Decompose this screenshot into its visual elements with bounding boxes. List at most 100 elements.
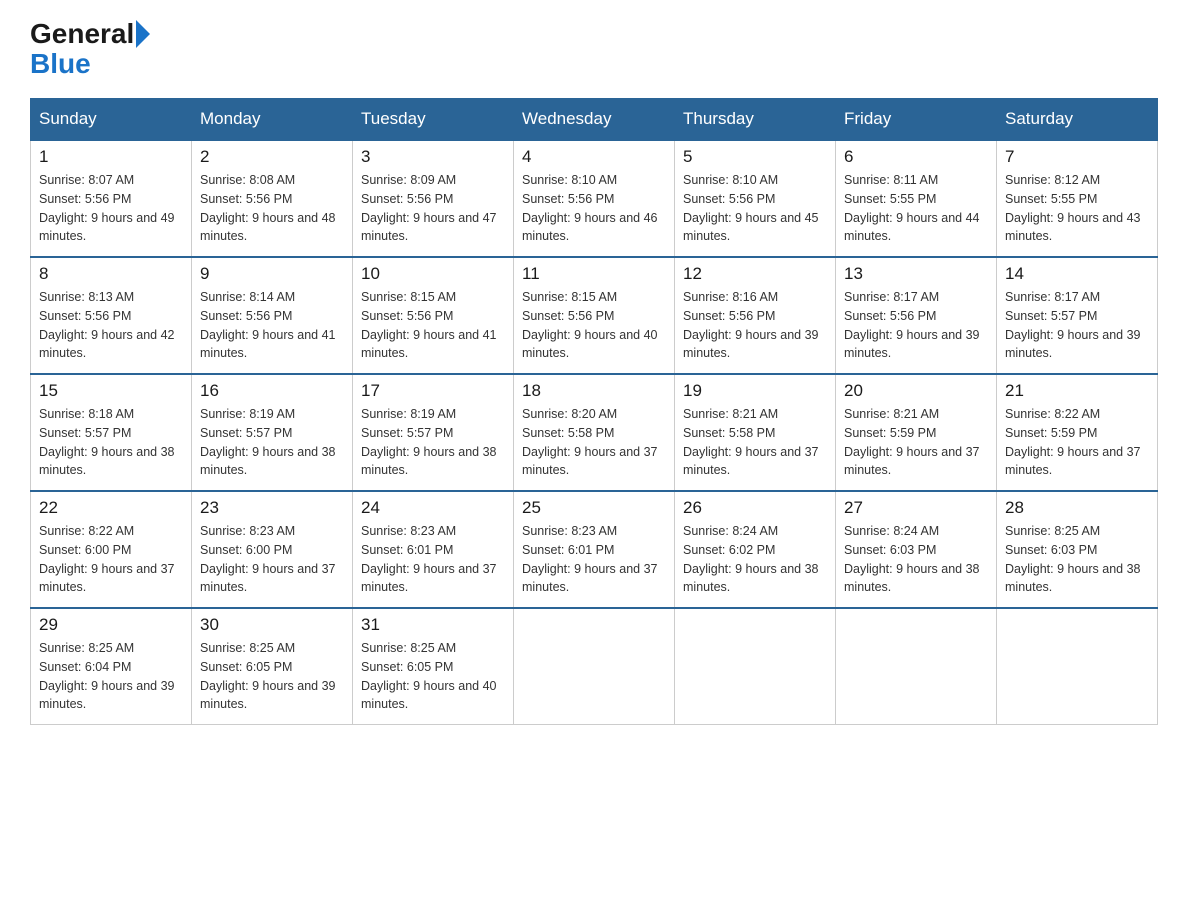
calendar-cell <box>675 608 836 725</box>
day-info: Sunrise: 8:14 AMSunset: 5:56 PMDaylight:… <box>200 288 344 363</box>
day-info: Sunrise: 8:10 AMSunset: 5:56 PMDaylight:… <box>522 171 666 246</box>
calendar-cell: 9 Sunrise: 8:14 AMSunset: 5:56 PMDaylight… <box>192 257 353 374</box>
day-number: 19 <box>683 381 827 401</box>
calendar-cell: 17 Sunrise: 8:19 AMSunset: 5:57 PMDayligh… <box>353 374 514 491</box>
logo-blue-text: Blue <box>30 48 91 79</box>
day-number: 21 <box>1005 381 1149 401</box>
day-number: 4 <box>522 147 666 167</box>
calendar-cell <box>997 608 1158 725</box>
day-info: Sunrise: 8:23 AMSunset: 6:01 PMDaylight:… <box>522 522 666 597</box>
calendar-cell: 3Sunrise: 8:09 AMSunset: 5:56 PMDaylight… <box>353 140 514 257</box>
day-info: Sunrise: 8:21 AMSunset: 5:59 PMDaylight:… <box>844 405 988 480</box>
day-number: 18 <box>522 381 666 401</box>
day-number: 15 <box>39 381 183 401</box>
day-number: 1 <box>39 147 183 167</box>
day-info: Sunrise: 8:25 AMSunset: 6:03 PMDaylight:… <box>1005 522 1149 597</box>
day-number: 12 <box>683 264 827 284</box>
calendar-cell: 25 Sunrise: 8:23 AMSunset: 6:01 PMDayligh… <box>514 491 675 608</box>
day-number: 16 <box>200 381 344 401</box>
day-info: Sunrise: 8:11 AMSunset: 5:55 PMDaylight:… <box>844 171 988 246</box>
weekday-header-saturday: Saturday <box>997 99 1158 141</box>
day-number: 6 <box>844 147 988 167</box>
day-info: Sunrise: 8:16 AMSunset: 5:56 PMDaylight:… <box>683 288 827 363</box>
day-number: 7 <box>1005 147 1149 167</box>
weekday-header-wednesday: Wednesday <box>514 99 675 141</box>
calendar-week-row: 29 Sunrise: 8:25 AMSunset: 6:04 PMDayligh… <box>31 608 1158 725</box>
day-info: Sunrise: 8:15 AMSunset: 5:56 PMDaylight:… <box>361 288 505 363</box>
day-info: Sunrise: 8:10 AMSunset: 5:56 PMDaylight:… <box>683 171 827 246</box>
calendar-week-row: 1 Sunrise: 8:07 AMSunset: 5:56 PMDaylight… <box>31 140 1158 257</box>
day-info: Sunrise: 8:12 AMSunset: 5:55 PMDaylight:… <box>1005 171 1149 246</box>
calendar-cell: 16 Sunrise: 8:19 AMSunset: 5:57 PMDayligh… <box>192 374 353 491</box>
weekday-header-row: SundayMondayTuesdayWednesdayThursdayFrid… <box>31 99 1158 141</box>
day-number: 30 <box>200 615 344 635</box>
weekday-header-monday: Monday <box>192 99 353 141</box>
day-info: Sunrise: 8:25 AMSunset: 6:05 PMDaylight:… <box>200 639 344 714</box>
day-number: 28 <box>1005 498 1149 518</box>
day-number: 17 <box>361 381 505 401</box>
calendar-week-row: 8 Sunrise: 8:13 AMSunset: 5:56 PMDaylight… <box>31 257 1158 374</box>
day-info: Sunrise: 8:15 AMSunset: 5:56 PMDaylight:… <box>522 288 666 363</box>
day-number: 13 <box>844 264 988 284</box>
day-number: 27 <box>844 498 988 518</box>
calendar-cell: 11 Sunrise: 8:15 AMSunset: 5:56 PMDayligh… <box>514 257 675 374</box>
day-number: 29 <box>39 615 183 635</box>
day-number: 9 <box>200 264 344 284</box>
calendar-cell: 22 Sunrise: 8:22 AMSunset: 6:00 PMDayligh… <box>31 491 192 608</box>
calendar-week-row: 15 Sunrise: 8:18 AMSunset: 5:57 PMDayligh… <box>31 374 1158 491</box>
calendar-cell: 2Sunrise: 8:08 AMSunset: 5:56 PMDaylight… <box>192 140 353 257</box>
weekday-header-friday: Friday <box>836 99 997 141</box>
calendar-cell <box>514 608 675 725</box>
calendar-cell: 27Sunrise: 8:24 AMSunset: 6:03 PMDayligh… <box>836 491 997 608</box>
calendar-cell: 31 Sunrise: 8:25 AMSunset: 6:05 PMDayligh… <box>353 608 514 725</box>
day-number: 11 <box>522 264 666 284</box>
day-info: Sunrise: 8:25 AMSunset: 6:05 PMDaylight:… <box>361 639 505 714</box>
calendar-cell: 18Sunrise: 8:20 AMSunset: 5:58 PMDayligh… <box>514 374 675 491</box>
day-number: 22 <box>39 498 183 518</box>
calendar-week-row: 22 Sunrise: 8:22 AMSunset: 6:00 PMDayligh… <box>31 491 1158 608</box>
calendar-cell: 15 Sunrise: 8:18 AMSunset: 5:57 PMDayligh… <box>31 374 192 491</box>
day-number: 25 <box>522 498 666 518</box>
day-info: Sunrise: 8:25 AMSunset: 6:04 PMDaylight:… <box>39 639 183 714</box>
logo: General Blue <box>30 20 152 80</box>
calendar-cell: 5 Sunrise: 8:10 AMSunset: 5:56 PMDaylight… <box>675 140 836 257</box>
day-info: Sunrise: 8:09 AMSunset: 5:56 PMDaylight:… <box>361 171 505 246</box>
day-info: Sunrise: 8:18 AMSunset: 5:57 PMDaylight:… <box>39 405 183 480</box>
day-info: Sunrise: 8:23 AMSunset: 6:01 PMDaylight:… <box>361 522 505 597</box>
day-info: Sunrise: 8:22 AMSunset: 5:59 PMDaylight:… <box>1005 405 1149 480</box>
calendar-cell: 24 Sunrise: 8:23 AMSunset: 6:01 PMDayligh… <box>353 491 514 608</box>
calendar-cell: 12 Sunrise: 8:16 AMSunset: 5:56 PMDayligh… <box>675 257 836 374</box>
calendar-cell: 19 Sunrise: 8:21 AMSunset: 5:58 PMDayligh… <box>675 374 836 491</box>
calendar-cell: 30 Sunrise: 8:25 AMSunset: 6:05 PMDayligh… <box>192 608 353 725</box>
day-number: 23 <box>200 498 344 518</box>
calendar-cell: 7 Sunrise: 8:12 AMSunset: 5:55 PMDaylight… <box>997 140 1158 257</box>
weekday-header-tuesday: Tuesday <box>353 99 514 141</box>
day-number: 8 <box>39 264 183 284</box>
day-info: Sunrise: 8:07 AMSunset: 5:56 PMDaylight:… <box>39 171 183 246</box>
day-number: 10 <box>361 264 505 284</box>
weekday-header-sunday: Sunday <box>31 99 192 141</box>
day-info: Sunrise: 8:24 AMSunset: 6:02 PMDaylight:… <box>683 522 827 597</box>
day-number: 24 <box>361 498 505 518</box>
day-number: 31 <box>361 615 505 635</box>
calendar-cell: 21 Sunrise: 8:22 AMSunset: 5:59 PMDayligh… <box>997 374 1158 491</box>
header: General Blue <box>30 20 1158 80</box>
weekday-header-thursday: Thursday <box>675 99 836 141</box>
day-number: 20 <box>844 381 988 401</box>
calendar-table: SundayMondayTuesdayWednesdayThursdayFrid… <box>30 98 1158 725</box>
calendar-cell: 26Sunrise: 8:24 AMSunset: 6:02 PMDayligh… <box>675 491 836 608</box>
calendar-cell: 6 Sunrise: 8:11 AMSunset: 5:55 PMDaylight… <box>836 140 997 257</box>
calendar-cell: 13 Sunrise: 8:17 AMSunset: 5:56 PMDayligh… <box>836 257 997 374</box>
day-info: Sunrise: 8:22 AMSunset: 6:00 PMDaylight:… <box>39 522 183 597</box>
calendar-cell: 4 Sunrise: 8:10 AMSunset: 5:56 PMDaylight… <box>514 140 675 257</box>
calendar-cell: 20 Sunrise: 8:21 AMSunset: 5:59 PMDayligh… <box>836 374 997 491</box>
day-info: Sunrise: 8:17 AMSunset: 5:56 PMDaylight:… <box>844 288 988 363</box>
day-number: 14 <box>1005 264 1149 284</box>
day-info: Sunrise: 8:13 AMSunset: 5:56 PMDaylight:… <box>39 288 183 363</box>
calendar-cell: 8 Sunrise: 8:13 AMSunset: 5:56 PMDaylight… <box>31 257 192 374</box>
calendar-cell: 10 Sunrise: 8:15 AMSunset: 5:56 PMDayligh… <box>353 257 514 374</box>
day-info: Sunrise: 8:19 AMSunset: 5:57 PMDaylight:… <box>200 405 344 480</box>
day-number: 5 <box>683 147 827 167</box>
day-info: Sunrise: 8:21 AMSunset: 5:58 PMDaylight:… <box>683 405 827 480</box>
day-info: Sunrise: 8:19 AMSunset: 5:57 PMDaylight:… <box>361 405 505 480</box>
